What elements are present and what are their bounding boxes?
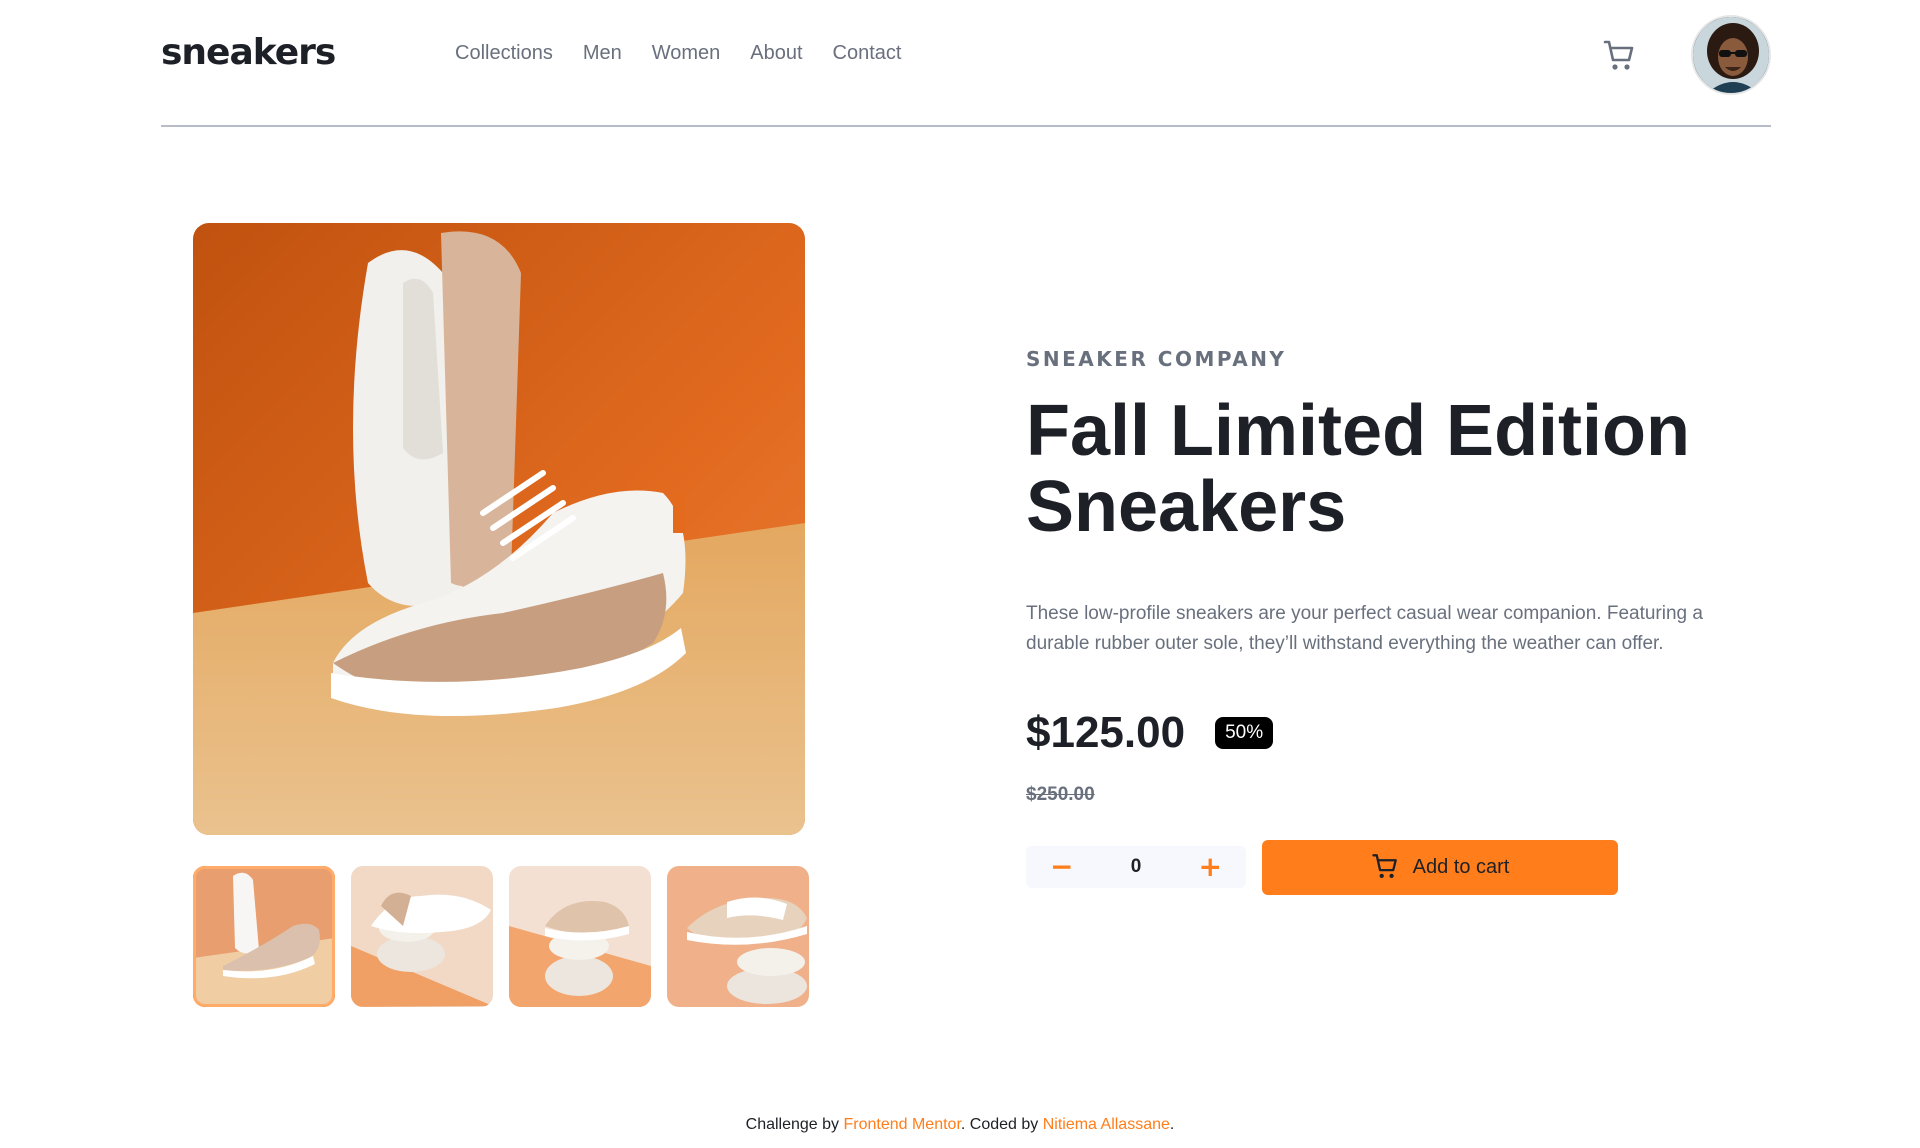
thumbnail-1[interactable] [193, 866, 335, 1007]
cart-icon[interactable] [1603, 38, 1635, 72]
site-header: sneakers Collections Men Women About Con… [161, 0, 1771, 127]
thumbnail-2[interactable] [351, 866, 493, 1007]
original-price: $250.00 [1026, 784, 1095, 805]
footer-suffix: . [1169, 1116, 1175, 1133]
footer-prefix: Challenge by [745, 1116, 844, 1133]
attribution-footer: Challenge by Frontend Mentor. Coded by N… [0, 1116, 1920, 1134]
product-main-image[interactable] [193, 223, 805, 835]
nav-women[interactable]: Women [652, 42, 721, 65]
author-link[interactable]: Nitiema Allassane [1043, 1116, 1170, 1133]
frontend-mentor-link[interactable]: Frontend Mentor [843, 1116, 960, 1133]
nav-contact[interactable]: Contact [833, 42, 902, 65]
nav-collections[interactable]: Collections [455, 42, 553, 65]
user-avatar[interactable] [1691, 15, 1771, 95]
thumbnail-list [193, 866, 809, 1007]
site-logo[interactable]: sneakers [161, 32, 336, 73]
cart-icon [1371, 852, 1399, 884]
increase-quantity-button[interactable]: + [1199, 853, 1222, 881]
price-row: $125.00 50% [1026, 708, 1274, 758]
quantity-stepper: − 0 + [1026, 846, 1246, 888]
decrease-quantity-button[interactable]: − [1050, 853, 1073, 881]
product-description: These low-profile sneakers are your perf… [1026, 603, 1703, 654]
nav-about[interactable]: About [750, 42, 802, 65]
discount-badge: 50% [1215, 717, 1274, 749]
add-to-cart-label: Add to cart [1412, 856, 1510, 878]
footer-middle: . Coded by [960, 1116, 1043, 1133]
quantity-value: 0 [1130, 856, 1142, 877]
add-to-cart-button[interactable]: Add to cart [1262, 840, 1618, 895]
nav-men[interactable]: Men [583, 42, 622, 65]
company-name: SNEAKER COMPANY [1026, 347, 1287, 371]
product-title: Fall Limited Edition Sneakers [1026, 391, 1690, 547]
main-nav: Collections Men Women About Contact [455, 42, 901, 65]
thumbnail-4[interactable] [667, 866, 809, 1007]
thumbnail-3[interactable] [509, 866, 651, 1007]
current-price: $125.00 [1026, 708, 1186, 757]
